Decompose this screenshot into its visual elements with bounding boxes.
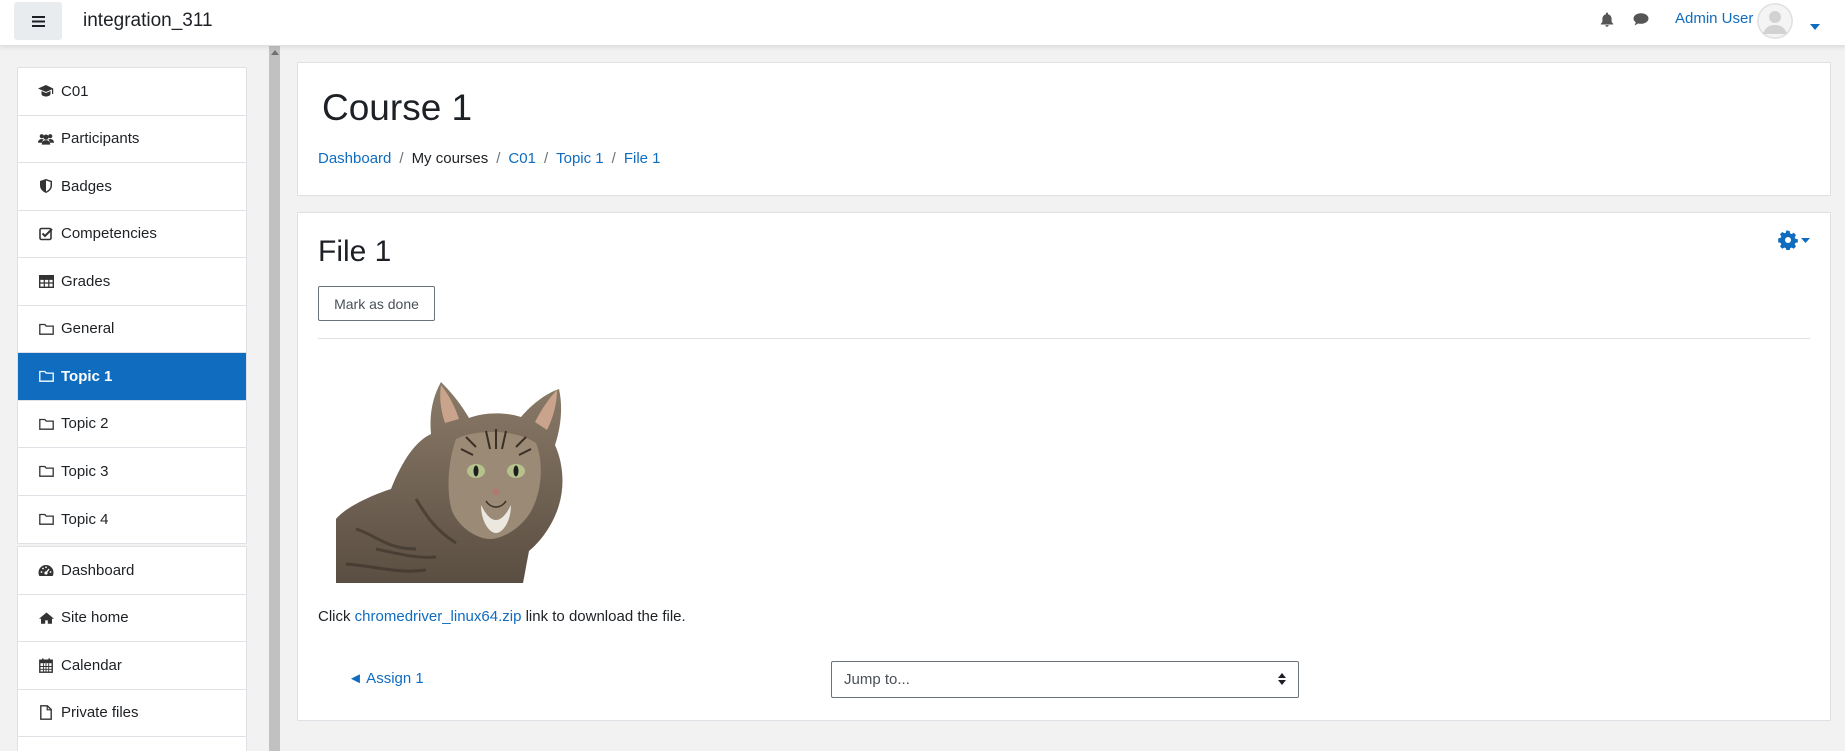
graduation-cap-icon bbox=[38, 83, 54, 99]
sidebar-item-calendar[interactable]: Calendar bbox=[18, 642, 246, 690]
notifications-button[interactable] bbox=[1600, 12, 1614, 31]
chat-icon bbox=[1633, 13, 1649, 26]
sidebar-item-c01[interactable]: C01 bbox=[18, 68, 246, 116]
table-icon bbox=[38, 273, 54, 289]
sidebar-item-dashboard[interactable]: Dashboard bbox=[18, 547, 246, 595]
breadcrumb: Dashboard / My courses / C01 / Topic 1 / File 1 bbox=[318, 150, 661, 167]
select-arrows-icon bbox=[1278, 673, 1286, 685]
breadcrumb-dashboard[interactable]: Dashboard bbox=[318, 150, 391, 167]
sidebar-item-topic-3[interactable]: Topic 3 bbox=[18, 448, 246, 496]
sidebar-item-topic-4[interactable]: Topic 4 bbox=[18, 496, 246, 544]
folder-icon bbox=[38, 511, 54, 527]
caret-down-icon bbox=[1801, 237, 1810, 243]
gear-icon bbox=[1778, 230, 1798, 250]
jump-to-value: Jump to... bbox=[844, 671, 910, 688]
breadcrumb-separator: / bbox=[496, 150, 501, 167]
activity-content: File 1 Mark as done Click chromedriver_l… bbox=[297, 212, 1831, 721]
page-header: Course 1 Dashboard / My courses / C01 / Topic … bbox=[297, 62, 1831, 196]
user-menu-name[interactable]: Admin User bbox=[1675, 10, 1753, 27]
download-file-link[interactable]: chromedriver_linux64.zip bbox=[355, 608, 522, 625]
top-navbar: integration_311 Admin User bbox=[0, 0, 1845, 46]
sidebar-item-general[interactable]: General bbox=[18, 306, 246, 353]
drawer-scrollbar[interactable] bbox=[269, 46, 280, 751]
user-menu-toggle[interactable] bbox=[1810, 17, 1820, 34]
folder-icon bbox=[38, 321, 54, 337]
home-icon bbox=[38, 610, 54, 626]
sidebar-item-label: Badges bbox=[61, 177, 112, 195]
download-instructions: Click chromedriver_linux64.zip link to d… bbox=[318, 608, 686, 625]
bell-icon bbox=[1600, 12, 1614, 27]
sidebar-item-label: Participants bbox=[61, 130, 140, 148]
breadcrumb-separator: / bbox=[611, 150, 616, 167]
download-suffix: link to download the file. bbox=[521, 608, 686, 625]
folder-icon bbox=[38, 416, 54, 432]
activity-title: File 1 bbox=[318, 235, 392, 268]
sidebar-item-grades[interactable]: Grades bbox=[18, 258, 246, 306]
sidebar-item-label: Topic 3 bbox=[61, 462, 109, 480]
check-square-icon bbox=[38, 226, 54, 242]
breadcrumb-c01[interactable]: C01 bbox=[508, 150, 536, 167]
sidebar-item-site-home[interactable]: Site home bbox=[18, 595, 246, 642]
sidebar-item-topic-1[interactable]: Topic 1 bbox=[18, 353, 246, 401]
sidebar-item-label: C01 bbox=[61, 82, 89, 100]
sidebar-item-label: Dashboard bbox=[61, 561, 135, 579]
drawer-toggle-button[interactable] bbox=[14, 2, 62, 40]
sidebar-item-label: Competencies bbox=[61, 225, 157, 243]
cat-image bbox=[336, 382, 563, 583]
breadcrumb-file-1[interactable]: File 1 bbox=[624, 150, 661, 167]
sidebar-item-label: Topic 1 bbox=[61, 367, 113, 385]
users-icon bbox=[38, 131, 54, 147]
sidebar-item-participants[interactable]: Participants bbox=[18, 116, 246, 163]
sidebar-item-label: Calendar bbox=[61, 656, 122, 674]
site-name[interactable]: integration_311 bbox=[83, 10, 213, 32]
sidebar-item-label: Topic 2 bbox=[61, 415, 109, 433]
sidebar-item-label: General bbox=[61, 320, 115, 338]
sidebar-item-topic-2[interactable]: Topic 2 bbox=[18, 401, 246, 448]
activity-settings-menu[interactable] bbox=[1778, 230, 1810, 250]
hamburger-icon bbox=[31, 15, 45, 27]
breadcrumb-my-courses: My courses bbox=[411, 150, 489, 167]
messages-button[interactable] bbox=[1633, 13, 1649, 30]
shield-icon bbox=[38, 178, 54, 194]
divider bbox=[318, 338, 1810, 339]
avatar[interactable] bbox=[1757, 3, 1793, 39]
site-navigation: Dashboard Site home Calendar Private fil… bbox=[17, 546, 247, 751]
breadcrumb-separator: / bbox=[543, 150, 549, 167]
file-icon bbox=[38, 705, 54, 721]
sidebar-item-label: Topic 4 bbox=[61, 510, 109, 528]
breadcrumb-topic-1[interactable]: Topic 1 bbox=[556, 150, 604, 167]
sidebar-item-overflow[interactable] bbox=[18, 737, 246, 751]
mark-as-done-button[interactable]: Mark as done bbox=[318, 286, 435, 321]
caret-down-icon bbox=[1810, 24, 1820, 30]
folder-icon bbox=[38, 368, 54, 384]
user-avatar-icon bbox=[1757, 3, 1793, 39]
sidebar-item-label: Private files bbox=[61, 704, 139, 722]
course-navigation: C01 Participants Badges Competencies Gra… bbox=[17, 67, 247, 544]
sidebar-item-label: Site home bbox=[61, 609, 129, 627]
sidebar-item-label: Grades bbox=[61, 272, 111, 290]
calendar-icon bbox=[38, 657, 54, 673]
previous-activity-link[interactable]: ◄ Assign 1 bbox=[348, 670, 424, 687]
jump-to-select[interactable]: Jump to... bbox=[831, 661, 1299, 698]
page-title: Course 1 bbox=[322, 87, 473, 128]
sidebar-item-private-files[interactable]: Private files bbox=[18, 690, 246, 737]
sidebar-item-badges[interactable]: Badges bbox=[18, 163, 246, 211]
sidebar-item-competencies[interactable]: Competencies bbox=[18, 211, 246, 258]
folder-icon bbox=[38, 463, 54, 479]
download-prefix: Click bbox=[318, 608, 355, 625]
breadcrumb-separator: / bbox=[399, 150, 404, 167]
dashboard-icon bbox=[38, 562, 54, 578]
